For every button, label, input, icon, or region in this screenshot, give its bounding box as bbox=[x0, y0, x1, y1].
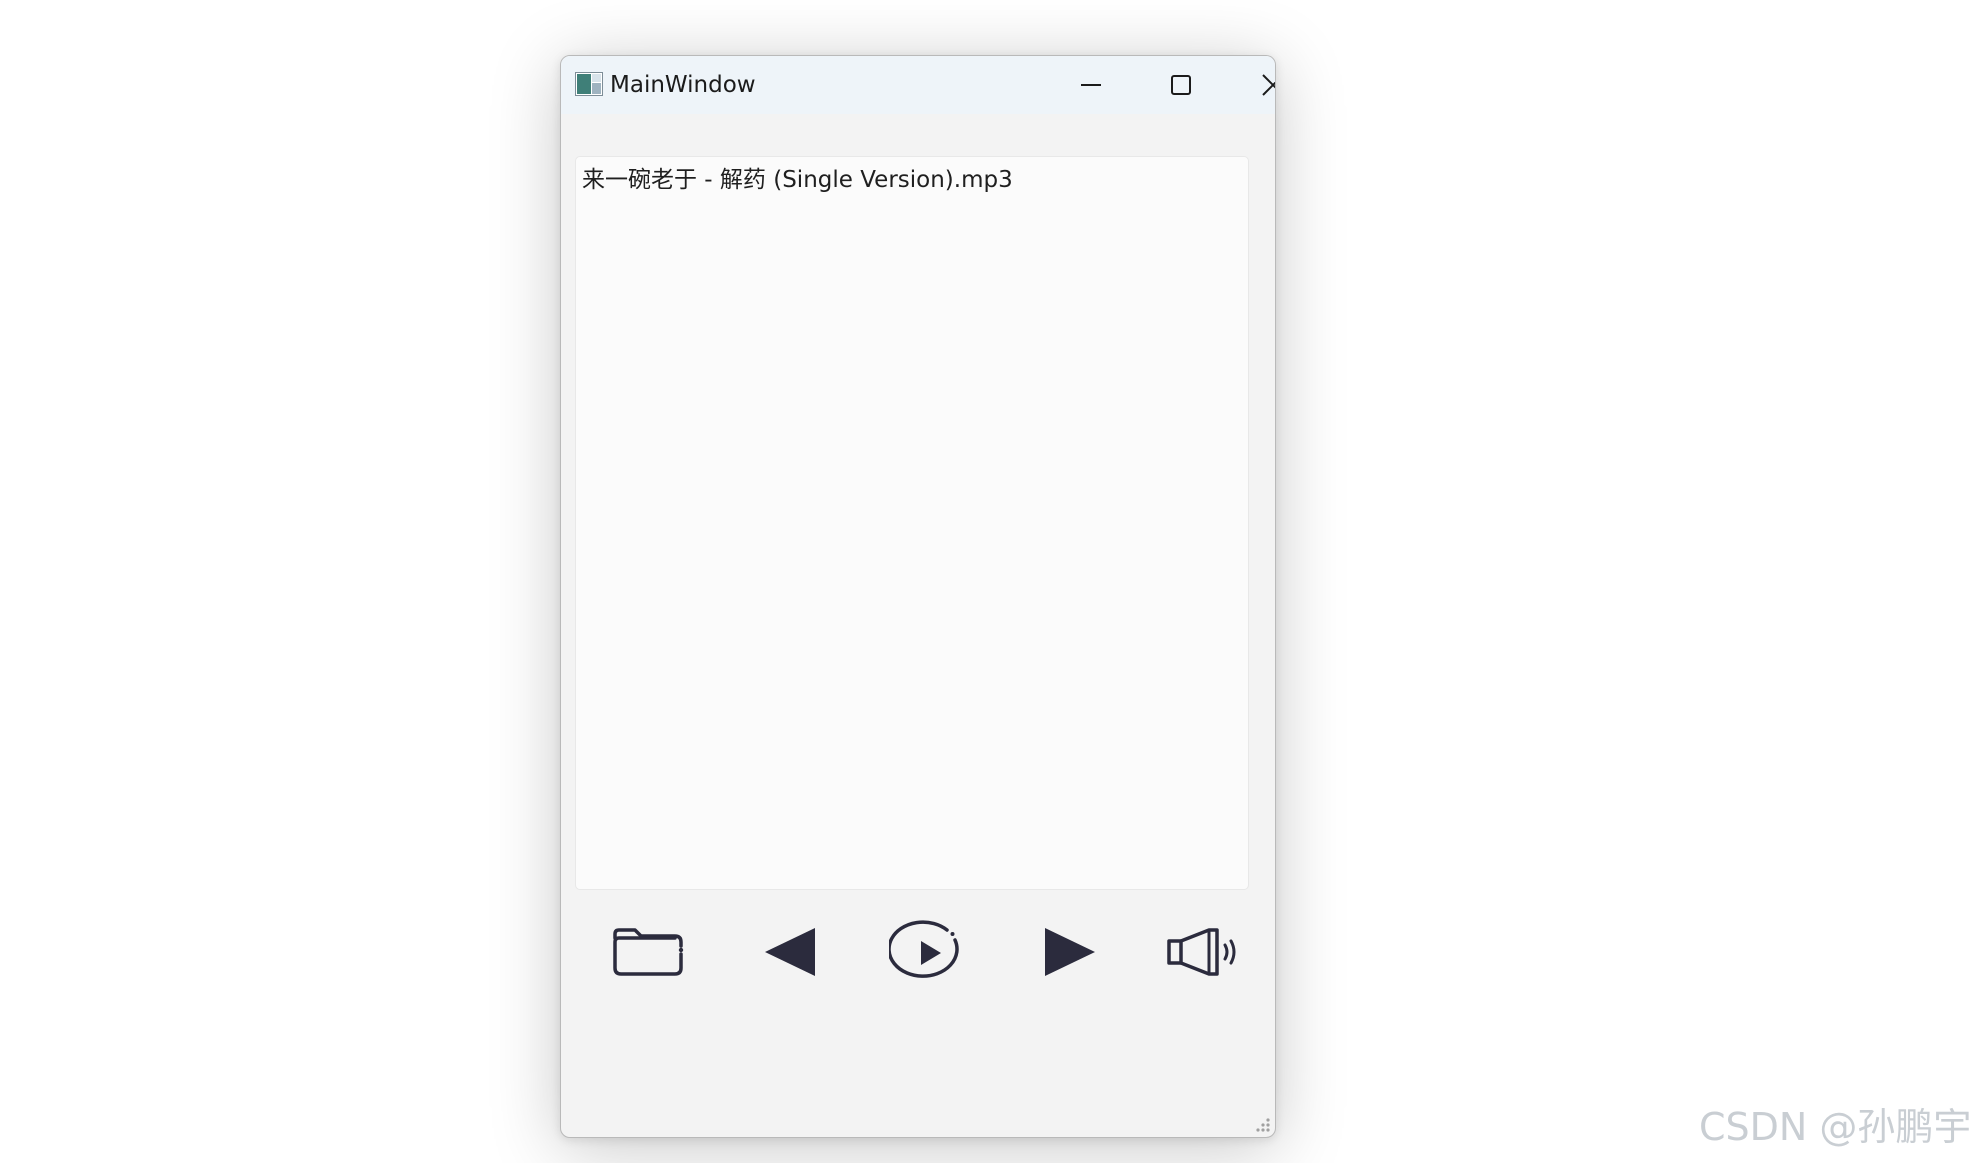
playback-controls bbox=[561, 908, 1275, 998]
list-item[interactable]: 来一碗老于 - 解药 (Single Version).mp3 bbox=[582, 163, 1013, 197]
app-window-icon bbox=[575, 72, 603, 96]
open-folder-button[interactable] bbox=[599, 908, 695, 998]
minimize-icon bbox=[1081, 84, 1101, 86]
minimize-button[interactable] bbox=[1045, 56, 1137, 114]
main-window: MainWindow 来一碗老于 - 解药 (Single Version).m… bbox=[560, 55, 1276, 1138]
title-bar[interactable]: MainWindow bbox=[561, 56, 1275, 114]
next-button[interactable] bbox=[1021, 908, 1117, 998]
folder-icon bbox=[613, 928, 684, 976]
window-title: MainWindow bbox=[610, 72, 756, 98]
previous-button[interactable] bbox=[741, 908, 837, 998]
desktop-background: MainWindow 来一碗老于 - 解药 (Single Version).m… bbox=[0, 0, 1972, 1163]
previous-icon bbox=[765, 928, 815, 976]
maximize-icon bbox=[1171, 75, 1191, 95]
playlist[interactable]: 来一碗老于 - 解药 (Single Version).mp3 bbox=[575, 156, 1249, 890]
volume-button[interactable] bbox=[1157, 908, 1253, 998]
close-button[interactable] bbox=[1227, 56, 1275, 114]
next-icon bbox=[1045, 928, 1095, 976]
volume-icon bbox=[1167, 928, 1236, 976]
play-icon bbox=[889, 920, 959, 978]
play-button[interactable] bbox=[881, 908, 977, 998]
resize-grip-icon[interactable] bbox=[1253, 1115, 1271, 1133]
maximize-button[interactable] bbox=[1135, 56, 1227, 114]
watermark-text: CSDN @孙鹏宇. bbox=[1699, 1105, 1972, 1149]
close-icon bbox=[1262, 74, 1275, 96]
